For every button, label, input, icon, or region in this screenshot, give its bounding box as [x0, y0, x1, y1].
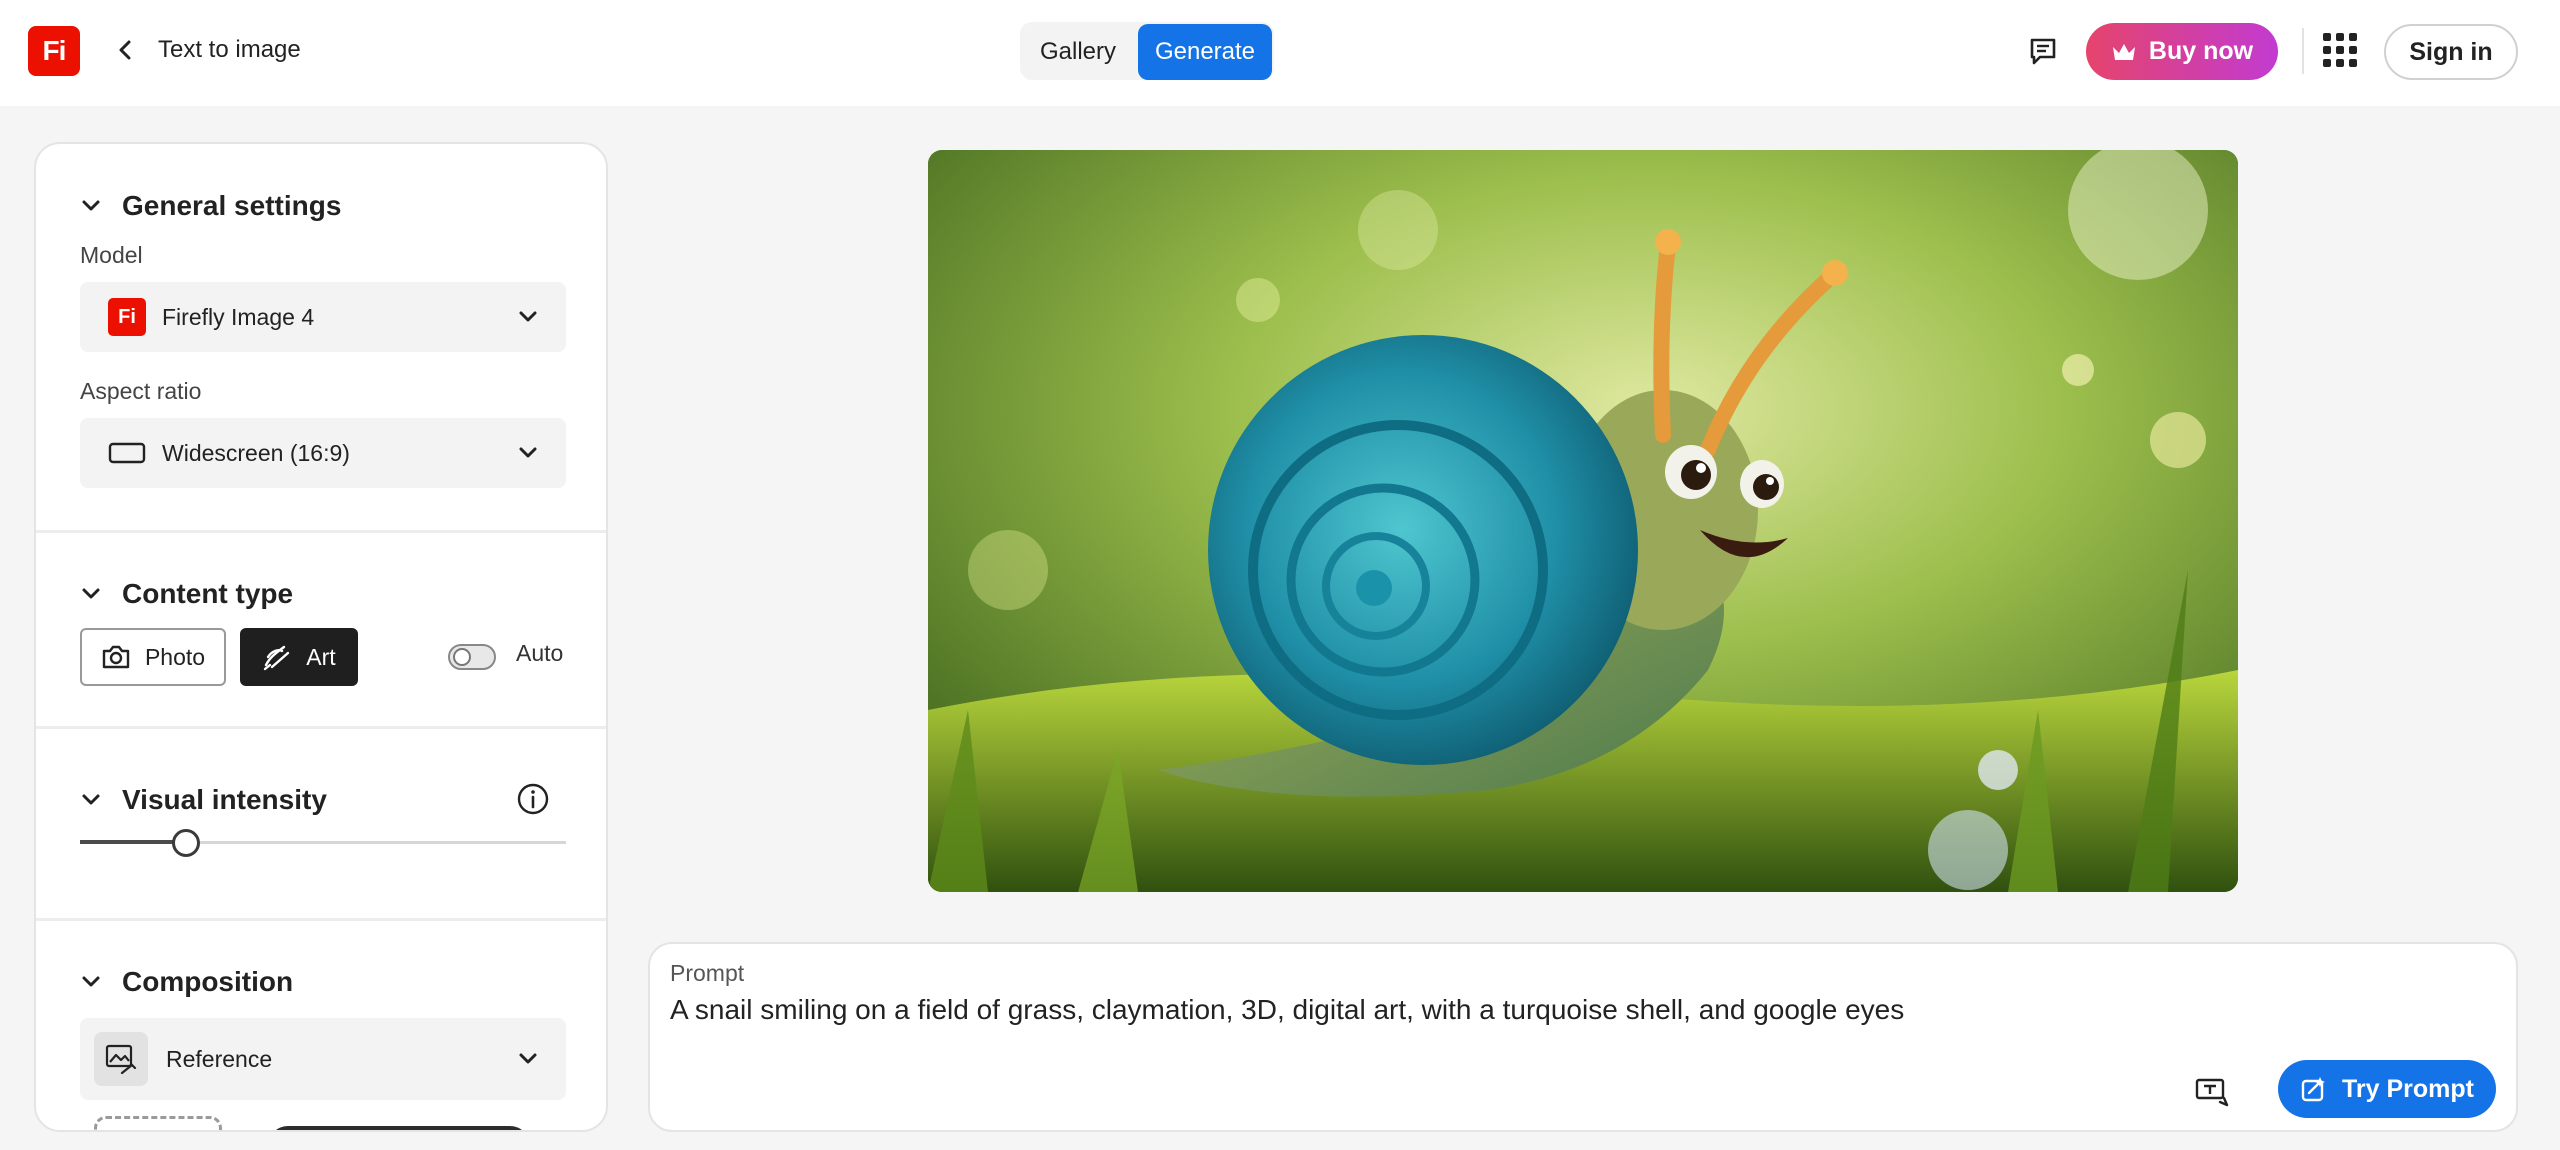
reference-upload-area[interactable]: [94, 1116, 222, 1130]
header-divider: [2302, 28, 2304, 74]
model-value: Firefly Image 4: [162, 303, 315, 330]
apps-grid-icon[interactable]: [2320, 30, 2360, 70]
snail-illustration: [928, 150, 2238, 892]
chevron-left-icon: [119, 40, 131, 60]
aspect-ratio-value: Widescreen (16:9): [162, 439, 350, 466]
info-icon[interactable]: [516, 782, 550, 816]
visual-intensity-slider[interactable]: [80, 828, 566, 858]
art-label: Art: [306, 643, 336, 670]
try-prompt-label: Try Prompt: [2342, 1074, 2474, 1103]
photo-label: Photo: [144, 643, 206, 670]
composition-title: Composition: [122, 966, 294, 997]
reference-label: Reference: [166, 1045, 273, 1072]
general-settings-title: General settings: [122, 190, 342, 221]
section-divider: [36, 530, 606, 533]
reference-gallery-button[interactable]: [268, 1126, 530, 1130]
slider-fill: [80, 840, 174, 844]
crown-icon: [2112, 43, 2135, 60]
auto-label: Auto: [516, 640, 564, 666]
buy-now-button[interactable]: Buy now: [2086, 23, 2278, 80]
generated-image[interactable]: [928, 150, 2238, 892]
reference-icon: [94, 1032, 148, 1086]
chevron-down-icon: [82, 794, 100, 805]
reference-dropdown[interactable]: Reference: [80, 1018, 566, 1100]
prompt-box: Prompt A snail smiling on a field of gra…: [648, 942, 2518, 1132]
aspect-ratio-label: Aspect ratio: [80, 378, 202, 404]
visual-intensity-title: Visual intensity: [122, 784, 327, 815]
general-settings-header[interactable]: General settings: [80, 190, 341, 222]
content-type-photo-button[interactable]: Photo: [80, 628, 226, 686]
feedback-button[interactable]: [2024, 32, 2062, 70]
section-divider: [36, 918, 606, 921]
model-label: Model: [80, 242, 143, 268]
text-suggest-icon: [2195, 1078, 2229, 1107]
tab-gallery[interactable]: Gallery: [1022, 24, 1134, 80]
brush-icon: [264, 645, 290, 671]
prompt-suggestions-button[interactable]: [2192, 1072, 2232, 1112]
sign-in-button[interactable]: Sign in: [2384, 24, 2518, 80]
content-type-art-button[interactable]: Art: [240, 628, 358, 686]
chevron-down-icon: [519, 447, 537, 458]
widescreen-icon: [108, 442, 146, 464]
camera-icon: [102, 645, 130, 669]
model-dropdown[interactable]: Fi Firefly Image 4: [80, 282, 566, 352]
top-bar: Fi Text to image Gallery Generate Buy no…: [0, 0, 2560, 106]
prompt-label: Prompt: [670, 960, 745, 986]
tab-generate[interactable]: Generate: [1138, 24, 1272, 80]
chevron-down-icon: [519, 1053, 537, 1064]
content-type-title: Content type: [122, 578, 294, 609]
back-button[interactable]: [108, 32, 144, 68]
chevron-down-icon: [82, 976, 100, 987]
slider-thumb[interactable]: [172, 829, 200, 857]
composition-header[interactable]: Composition: [80, 966, 293, 998]
chevron-down-icon: [82, 588, 100, 599]
aspect-ratio-dropdown[interactable]: Widescreen (16:9): [80, 418, 566, 488]
auto-toggle[interactable]: [448, 644, 496, 670]
mode-switcher: Gallery Generate: [1020, 22, 1274, 80]
settings-panel: General settings Model Fi Firefly Image …: [34, 142, 608, 1132]
chevron-down-icon: [519, 311, 537, 322]
visual-intensity-header[interactable]: Visual intensity: [80, 784, 327, 816]
try-prompt-button[interactable]: Try Prompt: [2278, 1060, 2496, 1118]
comment-icon: [2030, 38, 2056, 65]
section-divider: [36, 726, 606, 729]
prompt-input[interactable]: A snail smiling on a field of grass, cla…: [670, 994, 1904, 1026]
content-type-header[interactable]: Content type: [80, 578, 293, 610]
page-title: Text to image: [158, 36, 301, 63]
chevron-down-icon: [82, 200, 100, 211]
firefly-logo[interactable]: Fi: [28, 26, 80, 76]
generate-icon: [2301, 1077, 2325, 1102]
firefly-model-icon: Fi: [108, 298, 146, 336]
buy-now-label: Buy now: [2148, 37, 2254, 65]
